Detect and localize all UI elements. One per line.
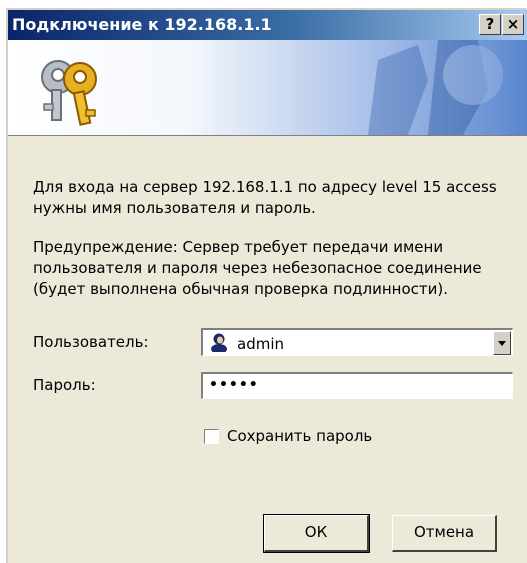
remember-password-label[interactable]: Сохранить пароль: [227, 427, 372, 445]
chevron-down-icon: [498, 341, 506, 346]
username-value: admin: [237, 335, 284, 353]
user-icon: [211, 333, 227, 352]
login-dialog: Подключение к 192.168.1.1 ? × Для входа …: [6, 8, 527, 563]
cancel-button[interactable]: Отмена: [392, 515, 497, 552]
ok-button[interactable]: ОК: [263, 514, 370, 553]
window-title: Подключение к 192.168.1.1: [12, 15, 272, 34]
password-label: Пароль:: [33, 376, 96, 394]
title-bar[interactable]: Подключение к 192.168.1.1 ? ×: [8, 10, 527, 40]
password-value: •••••: [209, 377, 259, 393]
remember-password-checkbox[interactable]: [204, 429, 219, 444]
username-dropdown-button[interactable]: [493, 331, 511, 355]
intro-text: Для входа на сервер 192.168.1.1 по адрес…: [33, 178, 497, 217]
username-combobox[interactable]: admin: [201, 328, 513, 356]
banner-divider: [8, 135, 527, 136]
password-input[interactable]: •••••: [201, 372, 513, 399]
username-label: Пользователь:: [33, 333, 149, 351]
help-button[interactable]: ?: [479, 14, 501, 35]
warning-text: Предупреждение: Сервер требует передачи …: [33, 238, 482, 298]
keys-icon: [41, 60, 97, 126]
dialog-banner: [8, 40, 527, 135]
close-button[interactable]: ×: [502, 14, 524, 35]
